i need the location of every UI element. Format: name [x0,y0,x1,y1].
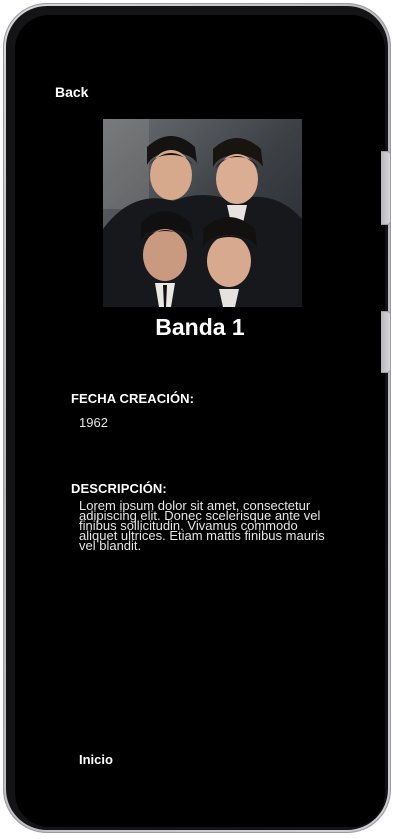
band-photo [103,119,302,307]
app-screen: Back Banda 1 FECHA CREACIÓN: 1962 DESCRI… [15,15,385,827]
phone-frame: Back Banda 1 FECHA CREACIÓN: 1962 DESCRI… [3,3,391,833]
home-link[interactable]: Inicio [79,752,113,767]
description-value: Lorem ipsum dolor sit amet, consectetur … [79,498,325,553]
band-name: Banda 1 [155,314,245,340]
back-button[interactable]: Back [55,84,88,100]
volume-button [381,151,391,225]
band-photo-illustration [103,119,302,307]
description-label: DESCRIPCIÓN: [71,481,167,496]
power-button [381,311,391,373]
creation-date-value: 1962 [79,415,108,430]
creation-date-label: FECHA CREACIÓN: [71,391,195,406]
